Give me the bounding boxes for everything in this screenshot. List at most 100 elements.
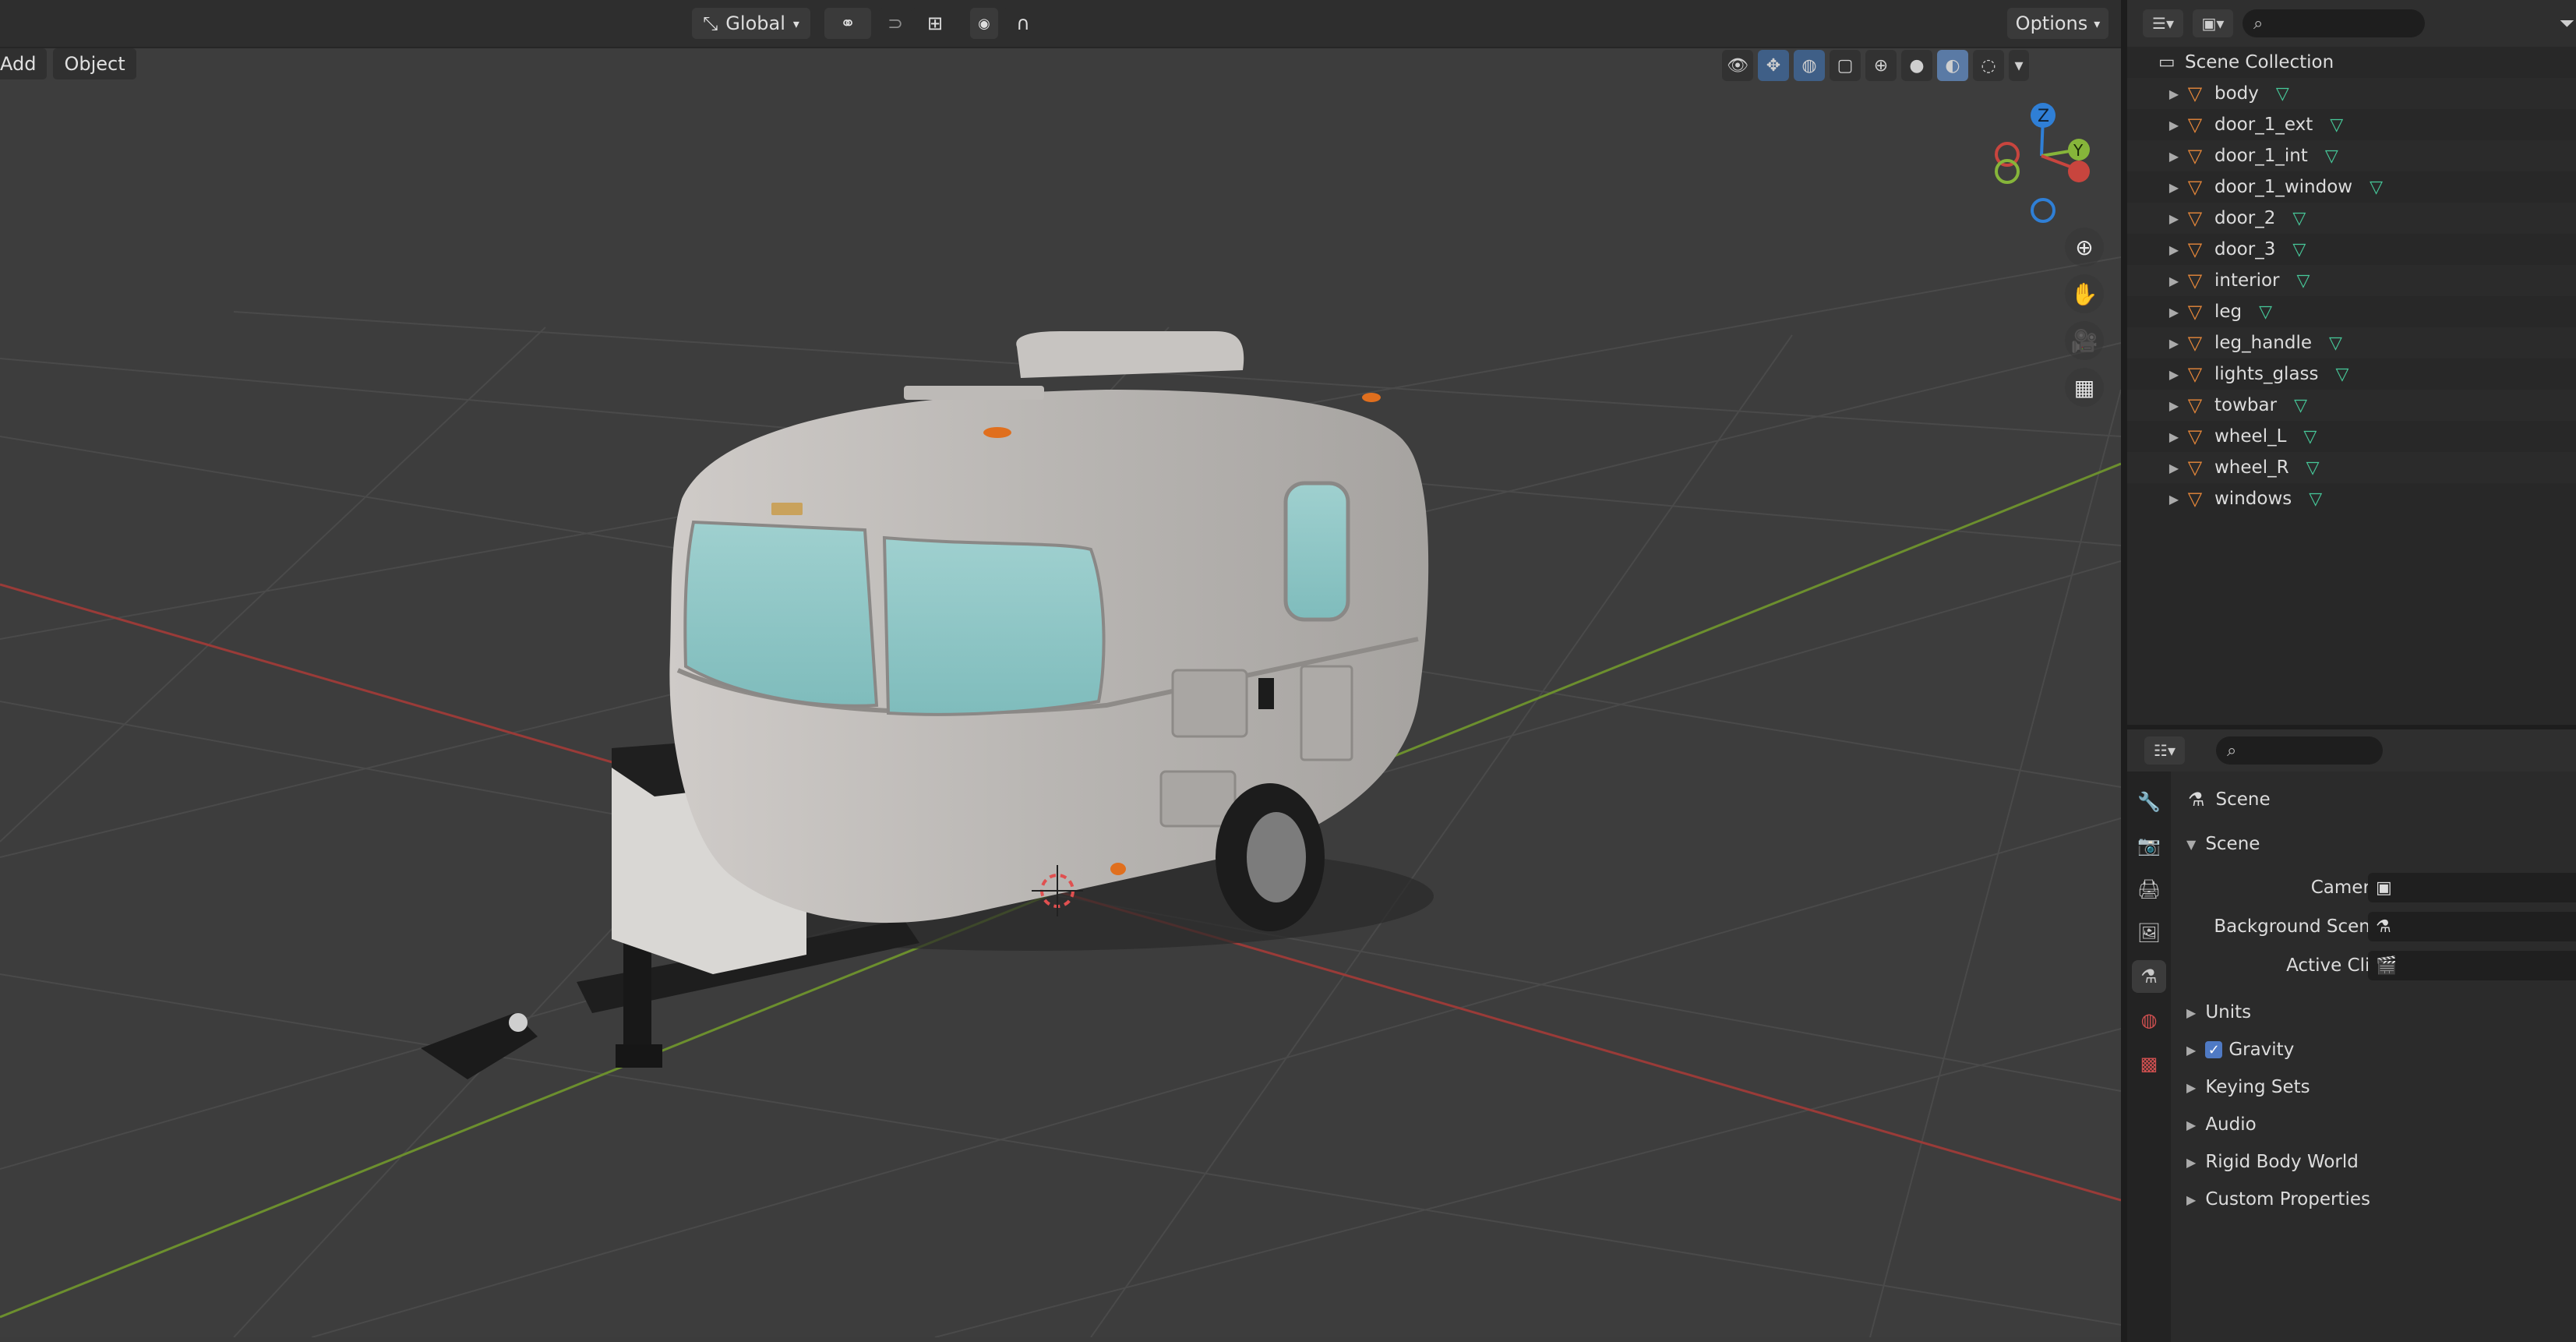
display-mode-dropdown[interactable]: ▣▾: [2193, 9, 2233, 37]
texture-tab-icon[interactable]: ▩: [2132, 1047, 2166, 1080]
outliner-search-input[interactable]: ⌕: [2243, 9, 2425, 37]
mesh-data-icon[interactable]: ▽: [2303, 427, 2317, 447]
outliner-item[interactable]: ▶ ▽ door_3 ▽: [2127, 234, 2576, 265]
perspective-grid-icon[interactable]: ▦: [2065, 368, 2104, 407]
overlays-toggle-icon[interactable]: ◍: [1794, 50, 1825, 81]
expand-arrow-icon[interactable]: ▶: [2165, 211, 2183, 226]
mesh-data-icon[interactable]: ▽: [2330, 115, 2343, 135]
world-tab-icon[interactable]: ◍: [2132, 1004, 2166, 1037]
solid-shading-icon[interactable]: ●: [1901, 50, 1932, 81]
subpanel-header[interactable]: ▶ ✓ Gravity: [2186, 1040, 2294, 1060]
expand-arrow-icon[interactable]: ▶: [2165, 336, 2183, 351]
transform-orientation-dropdown[interactable]: ⤡ Global ▾: [692, 8, 810, 39]
shading-options-chevron-icon[interactable]: ▾: [2009, 50, 2029, 81]
mesh-data-icon[interactable]: ▽: [2292, 209, 2306, 228]
expand-arrow-icon[interactable]: ▶: [2165, 367, 2183, 382]
subpanel-header[interactable]: ▶ Audio: [2186, 1114, 2257, 1135]
snap-target-dropdown[interactable]: ⊞: [912, 8, 958, 39]
scene-tab-icon[interactable]: ⚗: [2132, 960, 2166, 993]
zoom-icon[interactable]: ⊕: [2065, 228, 2104, 267]
checkbox-checked-icon[interactable]: ✓: [2205, 1041, 2223, 1058]
expand-arrow-icon[interactable]: ▶: [2165, 305, 2183, 320]
proportional-falloff-dropdown[interactable]: ∩: [1003, 8, 1043, 39]
scene-panel-header[interactable]: ▼ Scene: [2186, 834, 2260, 854]
outliner-item[interactable]: ▶ ▽ wheel_L ▽: [2127, 421, 2576, 452]
material-shading-icon[interactable]: ◐: [1937, 50, 1968, 81]
expand-arrow-icon[interactable]: ▶: [2165, 398, 2183, 413]
outliner-item[interactable]: ▶ ▽ towbar ▽: [2127, 390, 2576, 421]
outliner-item[interactable]: ▶ ▽ door_1_ext ▽: [2127, 109, 2576, 140]
gizmo-toggle-icon[interactable]: ✥: [1758, 50, 1789, 81]
magnet-icon: ⊃: [887, 12, 904, 34]
snap-toggle[interactable]: ⊃: [879, 8, 912, 39]
search-icon: ⌕: [2253, 13, 2264, 34]
expand-arrow-icon[interactable]: ▶: [2165, 492, 2183, 507]
outliner-item[interactable]: ▶ ▽ windows ▽: [2127, 483, 2576, 514]
expand-arrow-icon[interactable]: ▶: [2165, 118, 2183, 132]
mesh-data-icon[interactable]: ▽: [2336, 365, 2349, 384]
subpanel-header[interactable]: ▶ Rigid Body World: [2186, 1152, 2359, 1172]
filter-icon[interactable]: ⏷: [2560, 12, 2574, 34]
pivot-point-dropdown[interactable]: ⚭: [824, 8, 871, 39]
expand-arrow-icon[interactable]: ▶: [2165, 461, 2183, 475]
outliner-item[interactable]: ▶ ▽ leg ▽: [2127, 296, 2576, 327]
subpanel-header[interactable]: ▶ Units: [2186, 1002, 2251, 1022]
properties-search-input[interactable]: ⌕: [2216, 736, 2383, 765]
outliner-item[interactable]: ▶ ▽ body ▽: [2127, 78, 2576, 109]
mesh-data-icon[interactable]: ▽: [2259, 302, 2272, 322]
view-layer-tab-icon[interactable]: 🖼: [2132, 916, 2166, 949]
mesh-data-icon[interactable]: ▽: [2297, 271, 2310, 291]
mesh-data-icon[interactable]: ▽: [2292, 240, 2306, 260]
subpanel-header[interactable]: ▶ Keying Sets: [2186, 1077, 2310, 1097]
properties-editor-type-dropdown[interactable]: ☷▾: [2144, 736, 2185, 765]
3d-viewport[interactable]: ⤡ Global ▾ ⚭ ⊃ ⊞ ◉ ∩ Options ▾ Add Objec…: [0, 0, 2121, 1337]
camera-view-icon[interactable]: 🎥: [2065, 321, 2104, 360]
visibility-icon[interactable]: 👁: [1722, 50, 1753, 81]
expand-arrow-icon[interactable]: ▶: [2165, 180, 2183, 195]
mesh-data-icon[interactable]: ▽: [2294, 396, 2307, 415]
options-label: Options: [2015, 12, 2088, 34]
property-field-input[interactable]: ▣: [2368, 873, 2576, 902]
mesh-data-icon[interactable]: ▽: [2370, 178, 2383, 197]
options-dropdown[interactable]: Options ▾: [2007, 8, 2108, 39]
mesh-data-icon[interactable]: ▽: [2276, 84, 2289, 104]
menu-add[interactable]: Add: [0, 48, 48, 79]
expand-arrow-icon[interactable]: ▶: [2165, 149, 2183, 164]
outliner-item[interactable]: ▶ ▽ interior ▽: [2127, 265, 2576, 296]
expand-arrow-icon[interactable]: ▶: [2165, 87, 2183, 101]
tool-tab-icon[interactable]: 🔧: [2132, 786, 2166, 818]
property-field-input[interactable]: ⚗: [2368, 912, 2576, 941]
mesh-data-icon[interactable]: ▽: [2309, 489, 2322, 509]
subpanel-header[interactable]: ▶ Custom Properties: [2186, 1189, 2370, 1210]
outliner-item[interactable]: ▶ ▽ wheel_R ▽: [2127, 452, 2576, 483]
proportional-edit-toggle[interactable]: ◉: [970, 8, 998, 39]
navigation-gizmo[interactable]: Z Y: [1979, 94, 2104, 226]
mesh-data-icon[interactable]: ▽: [2325, 147, 2338, 166]
mesh-data-icon[interactable]: ▽: [2329, 334, 2342, 353]
panel-expanded-icon: ▼: [2186, 836, 2197, 852]
trailer-model: [421, 331, 1434, 1079]
outliner-item[interactable]: ▶ ▽ leg_handle ▽: [2127, 327, 2576, 358]
outliner-item[interactable]: ▶ ▽ door_1_window ▽: [2127, 171, 2576, 203]
outliner-item[interactable]: ▶ ▽ door_1_int ▽: [2127, 140, 2576, 171]
output-tab-icon[interactable]: 🖨: [2132, 873, 2166, 906]
render-tab-icon[interactable]: 📷: [2132, 829, 2166, 862]
scene-collection-row[interactable]: ▭ Scene Collection: [2127, 47, 2576, 78]
property-field-row: Camera ▣: [2177, 873, 2576, 904]
rendered-shading-icon[interactable]: ◌: [1973, 50, 2004, 81]
expand-arrow-icon[interactable]: ▶: [2165, 242, 2183, 257]
editor-type-dropdown[interactable]: ☰▾: [2143, 9, 2183, 37]
xray-toggle-icon[interactable]: ▢: [1830, 50, 1861, 81]
wireframe-shading-icon[interactable]: ⊕: [1865, 50, 1897, 81]
expand-arrow-icon[interactable]: ▶: [2165, 274, 2183, 288]
property-field-input[interactable]: 🎬: [2368, 951, 2576, 980]
menu-object[interactable]: Object: [53, 48, 136, 79]
viewport-scene[interactable]: [0, 0, 2121, 1337]
mesh-data-icon[interactable]: ▽: [2306, 458, 2320, 478]
gizmo-neg-z-axis: [2031, 198, 2056, 223]
expand-arrow-icon[interactable]: ▶: [2165, 429, 2183, 444]
pan-hand-icon[interactable]: ✋: [2065, 274, 2104, 313]
object-icon: ▽: [2187, 83, 2203, 104]
outliner-item[interactable]: ▶ ▽ lights_glass ▽: [2127, 358, 2576, 390]
outliner-item[interactable]: ▶ ▽ door_2 ▽: [2127, 203, 2576, 234]
